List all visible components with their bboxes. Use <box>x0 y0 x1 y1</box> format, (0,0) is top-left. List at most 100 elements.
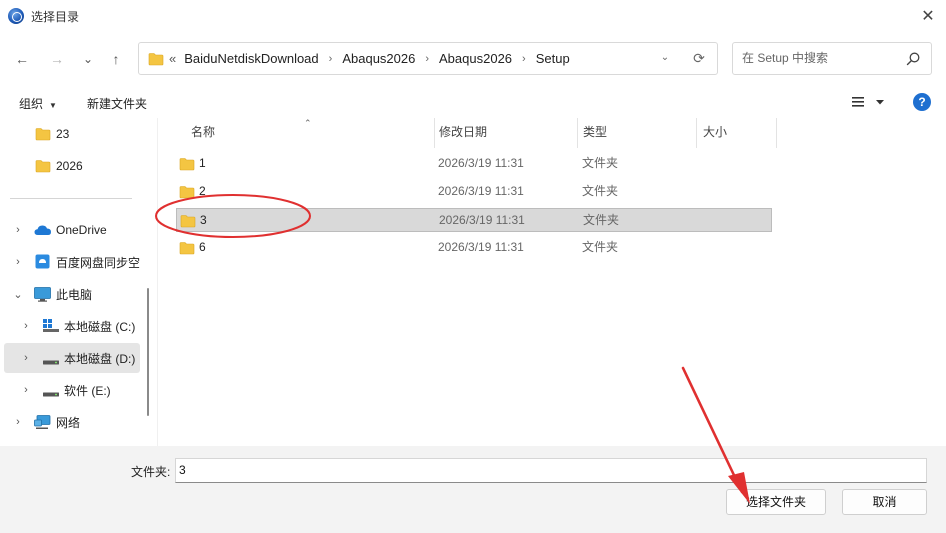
column-divider[interactable] <box>577 118 578 148</box>
file-row[interactable]: 2 2026/3/19 11:31 文件夹 <box>176 180 772 204</box>
address-bar[interactable]: « BaiduNetdiskDownload › Abaqus2026 › Ab… <box>138 42 718 75</box>
folder-icon <box>179 241 195 258</box>
file-name: 1 <box>199 156 206 170</box>
sidebar-item-label: OneDrive <box>56 223 107 237</box>
folder-icon <box>179 157 195 174</box>
breadcrumb-segment[interactable]: Setup <box>536 51 570 66</box>
sidebar-item-23[interactable]: 23 <box>0 119 145 149</box>
chevron-right-icon[interactable]: › <box>12 224 24 236</box>
file-type: 文件夹 <box>583 213 620 227</box>
folder-icon <box>179 185 195 202</box>
organize-menu[interactable]: 组织 ▼ <box>19 95 57 112</box>
sidebar-scrollbar[interactable] <box>147 288 149 416</box>
baidu-sync-icon <box>35 254 50 272</box>
forward-button[interactable]: → <box>46 48 68 70</box>
help-icon[interactable]: ? <box>913 93 931 111</box>
folder-icon <box>35 159 51 176</box>
breadcrumb-separator-icon[interactable]: › <box>522 53 526 65</box>
up-button[interactable]: ↑ <box>105 48 127 70</box>
sidebar-item-label: 本地磁盘 (C:) <box>64 319 136 334</box>
search-box[interactable]: 在 Setup 中搜索 <box>732 42 932 75</box>
folder-field-label: 文件夹: <box>131 465 171 479</box>
sidebar-item-drive-d[interactable]: › 本地磁盘 (D:) <box>4 343 140 373</box>
file-name: 2 <box>199 184 206 198</box>
sidebar-item-label: 百度网盘同步空 <box>56 255 141 270</box>
chevron-right-icon[interactable]: › <box>20 384 32 396</box>
column-header-date[interactable]: 修改日期 <box>439 118 487 148</box>
breadcrumb-segment[interactable]: Abaqus2026 <box>342 51 415 66</box>
sidebar-item-2026[interactable]: 2026 <box>0 151 145 181</box>
command-toolbar: 组织 ▼ 新建文件夹 <box>0 86 946 120</box>
select-folder-button[interactable]: 选择文件夹 <box>726 489 826 515</box>
chevron-right-icon[interactable]: › <box>12 416 24 428</box>
sidebar-item-baidu-sync[interactable]: › 百度网盘同步空 <box>0 247 145 277</box>
chevron-right-icon[interactable]: › <box>20 320 32 332</box>
search-icon[interactable] <box>905 51 921 67</box>
sidebar-divider <box>10 198 132 199</box>
file-row-selected[interactable]: 3 2026/3/19 11:31 文件夹 <box>176 208 772 232</box>
sidebar-item-network[interactable]: › 网络 <box>0 407 145 437</box>
file-name: 6 <box>199 240 206 254</box>
breadcrumb-separator-icon[interactable]: › <box>329 53 333 65</box>
chevron-down-icon[interactable]: ⌄ <box>12 288 24 301</box>
folder-icon <box>35 127 51 144</box>
breadcrumb-segment[interactable]: Abaqus2026 <box>439 51 512 66</box>
close-button[interactable]: ✕ <box>910 0 946 32</box>
cancel-button[interactable]: 取消 <box>842 489 927 515</box>
sidebar-item-label: 2026 <box>56 159 83 173</box>
back-button[interactable]: ← <box>11 48 33 70</box>
column-divider[interactable] <box>776 118 777 148</box>
sidebar-item-label: 23 <box>56 127 70 141</box>
file-list: 名称 ⌃ 修改日期 类型 大小 1 2026/3/19 11:31 文件夹 2 … <box>160 118 946 446</box>
window-title: 选择目录 <box>31 10 80 24</box>
file-row[interactable]: 6 2026/3/19 11:31 文件夹 <box>176 236 772 260</box>
sidebar-item-label: 软件 (E:) <box>64 383 111 398</box>
file-date: 2026/3/19 11:31 <box>438 240 524 254</box>
sort-ascending-icon: ⌃ <box>304 118 312 128</box>
breadcrumb-segment[interactable]: BaiduNetdiskDownload <box>184 51 318 66</box>
windows-drive-icon <box>43 319 59 336</box>
file-date: 2026/3/19 11:31 <box>438 184 524 198</box>
chevron-right-icon[interactable]: › <box>20 352 32 364</box>
folder-name-input[interactable]: 3 <box>175 458 927 483</box>
network-icon <box>34 415 51 433</box>
sidebar-item-this-pc[interactable]: ⌄ 此电脑 <box>0 279 145 309</box>
folder-icon <box>148 52 164 69</box>
drive-icon <box>43 355 59 369</box>
list-view-icon[interactable] <box>852 96 888 111</box>
title-bar: 选择目录 ✕ <box>0 0 946 32</box>
file-type: 文件夹 <box>582 184 619 198</box>
sidebar-item-label: 网络 <box>56 415 81 430</box>
address-dropdown-icon[interactable]: ⌄ <box>657 52 673 66</box>
column-divider[interactable] <box>696 118 697 148</box>
sidebar-item-onedrive[interactable]: › OneDrive <box>0 215 145 245</box>
app-globe-icon <box>8 8 24 24</box>
chevron-right-icon[interactable]: › <box>12 256 24 268</box>
folder-icon <box>180 214 196 231</box>
refresh-icon[interactable]: ⟳ <box>691 50 707 66</box>
search-placeholder: 在 Setup 中搜索 <box>742 51 829 65</box>
recent-locations-button[interactable]: ⌄ <box>77 48 99 70</box>
caret-down-icon: ▼ <box>49 101 57 110</box>
navigation-pane: 23 2026 › OneDrive › 百度网盘同步空 ⌄ 此电脑 › 本地磁… <box>0 118 158 446</box>
drive-icon <box>43 387 59 401</box>
sidebar-item-label: 本地磁盘 (D:) <box>64 351 136 366</box>
address-overflow-icon[interactable]: « <box>169 51 176 66</box>
cloud-icon <box>34 224 52 239</box>
sidebar-item-label: 此电脑 <box>56 287 93 302</box>
organize-label: 组织 <box>19 97 44 111</box>
column-header-name[interactable]: 名称 <box>191 118 215 148</box>
file-type: 文件夹 <box>582 156 619 170</box>
column-divider[interactable] <box>434 118 435 148</box>
file-row[interactable]: 1 2026/3/19 11:31 文件夹 <box>176 152 772 176</box>
sidebar-item-drive-e[interactable]: › 软件 (E:) <box>0 375 145 405</box>
file-date: 2026/3/19 11:31 <box>439 213 525 227</box>
sidebar-item-drive-c[interactable]: › 本地磁盘 (C:) <box>0 311 145 341</box>
file-date: 2026/3/19 11:31 <box>438 156 524 170</box>
computer-icon <box>34 287 51 305</box>
column-header-type[interactable]: 类型 <box>583 118 607 148</box>
file-type: 文件夹 <box>582 240 619 254</box>
new-folder-button[interactable]: 新建文件夹 <box>87 95 147 112</box>
column-header-size[interactable]: 大小 <box>703 118 727 148</box>
breadcrumb-separator-icon[interactable]: › <box>425 53 429 65</box>
